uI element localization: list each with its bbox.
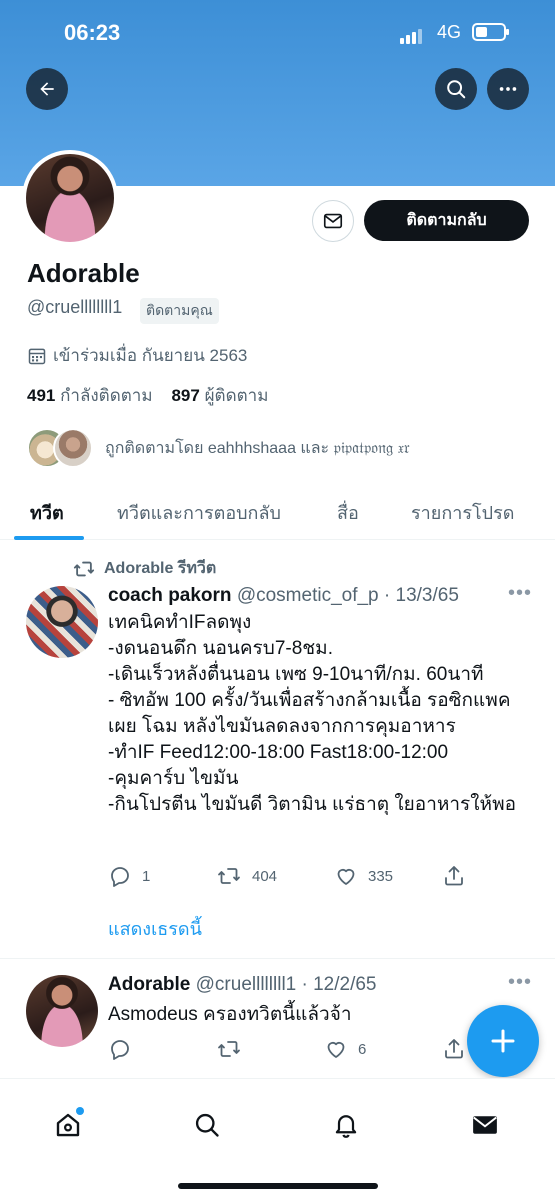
search-button[interactable] <box>435 68 477 110</box>
profile-handle: @cruellllllll1 <box>27 297 123 317</box>
followers-count: 897 <box>171 386 200 405</box>
show-thread-link[interactable]: แสดงเธรดนี้ <box>108 914 202 943</box>
tweet-author-avatar[interactable] <box>26 975 98 1047</box>
followed-by-text: ถูกติดตามโดย eahhhshaaa และ 𝔭𝔦𝔭𝔞𝔱𝔭𝔬𝔫𝔤 𝔵𝔯 <box>105 439 410 457</box>
active-tab-indicator <box>14 536 84 540</box>
tweet-actions: 6 <box>108 1037 466 1061</box>
compose-button[interactable] <box>467 1005 539 1077</box>
bell-icon <box>335 1115 357 1138</box>
tweet-author-avatar[interactable] <box>26 586 98 658</box>
tweet-text: Asmodeus ครองทวิตนี้แล้วจ้า <box>108 1004 352 1025</box>
share-button[interactable] <box>442 1037 466 1061</box>
joined-text: เข้าร่วมเมื่อ กันยายน 2563 <box>53 346 248 365</box>
calendar-icon <box>28 348 46 364</box>
new-content-dot <box>76 1107 84 1115</box>
follow-back-button[interactable]: ติดตามกลับ <box>364 200 529 241</box>
tab-tweets[interactable]: ทวีต <box>30 498 64 527</box>
retweet-icon <box>73 561 95 576</box>
follow-counts: 491 กำลังติดตาม 897 ผู้ติดตาม <box>27 382 268 409</box>
retweet-button[interactable] <box>216 1037 324 1061</box>
follows-you-badge: ติดตามคุณ <box>140 298 219 324</box>
like-button[interactable]: 335 <box>334 864 442 888</box>
reply-button[interactable]: 1 <box>108 864 216 888</box>
tweet-author-name[interactable]: coach pakorn <box>108 585 232 606</box>
explore-icon <box>195 1113 219 1137</box>
tweet-header: Adorable @cruellllllll1 · 12/2/65 <box>108 974 377 996</box>
back-button[interactable] <box>26 68 68 110</box>
bottom-navigation <box>0 1078 555 1200</box>
back-arrow-icon <box>40 82 54 96</box>
tab-media[interactable]: สื่อ <box>337 498 359 527</box>
status-bar: 06:23 4G <box>0 18 555 50</box>
profile-tabs: ทวีต ทวีตและการตอบกลับ สื่อ รายการโปรด <box>0 484 555 540</box>
mail-icon <box>323 213 343 229</box>
battery-icon <box>472 23 509 41</box>
tab-tweets-replies[interactable]: ทวีตและการตอบกลับ <box>117 498 281 527</box>
search-icon <box>447 80 466 99</box>
retweet-button[interactable]: 404 <box>216 864 334 888</box>
profile-avatar[interactable] <box>22 150 118 246</box>
nav-explore[interactable] <box>191 1109 223 1141</box>
tweet-more-icon[interactable]: ••• <box>508 971 532 994</box>
signal-icon <box>400 26 424 44</box>
tweet-more-icon[interactable]: ••• <box>508 582 532 605</box>
home-indicator <box>178 1183 378 1189</box>
nav-notifications[interactable] <box>330 1109 362 1141</box>
like-icon <box>327 1041 345 1058</box>
nav-messages[interactable] <box>469 1109 501 1141</box>
tweet-actions: 1 404 335 <box>108 864 466 888</box>
tweet-header: coach pakorn @cosmetic_of_p · 13/3/65 <box>108 585 459 607</box>
profile-name: Adorable <box>27 258 140 288</box>
tweet-author-handle: @cruellllllll1 · 12/2/65 <box>195 974 377 995</box>
retweet-icon <box>218 868 240 884</box>
message-button[interactable] <box>312 200 354 242</box>
tweet-author-name[interactable]: Adorable <box>108 974 190 995</box>
following-label: กำลังติดตาม <box>60 386 153 405</box>
reply-icon <box>111 1040 129 1060</box>
follower-avatar <box>53 428 93 468</box>
following-count: 491 <box>27 386 56 405</box>
more-options-button[interactable] <box>487 68 529 110</box>
retweet-icon <box>218 1041 240 1057</box>
share-icon <box>445 1039 463 1059</box>
compose-icon <box>491 1029 515 1053</box>
followed-by-row[interactable]: ถูกติดตามโดย eahhhshaaa และ 𝔭𝔦𝔭𝔞𝔱𝔭𝔬𝔫𝔤 𝔵𝔯 <box>27 428 410 468</box>
share-icon <box>445 866 463 886</box>
like-icon <box>337 868 355 885</box>
nav-home[interactable] <box>52 1107 84 1141</box>
reply-count: 1 <box>142 867 151 885</box>
network-label: 4G <box>437 22 462 42</box>
tweet-divider <box>0 958 555 959</box>
inbox-icon <box>473 1116 497 1134</box>
followers-label: ผู้ติดตาม <box>204 386 269 405</box>
followers-link[interactable]: 897 ผู้ติดตาม <box>171 386 268 405</box>
retweet-label: Adorable รีทวีต <box>104 560 217 577</box>
like-count: 335 <box>368 867 394 885</box>
more-icon <box>499 87 517 91</box>
avatar-image <box>26 154 114 242</box>
tab-likes[interactable]: รายการโปรด <box>411 498 514 527</box>
reply-icon <box>111 867 129 887</box>
retweet-indicator: Adorable รีทวีต <box>72 556 216 581</box>
reply-button[interactable] <box>108 1037 216 1061</box>
share-button[interactable] <box>442 864 466 888</box>
like-button[interactable]: 6 <box>324 1037 442 1061</box>
following-link[interactable]: 491 กำลังติดตาม <box>27 386 153 405</box>
tweet-author-handle: @cosmetic_of_p · 13/3/65 <box>236 585 459 606</box>
joined-date: เข้าร่วมเมื่อ กันยายน 2563 <box>27 342 247 369</box>
tweet-text: เทคนิคทำIFลดพุง -งดนอนดึก นอนครบ7-8ชม. -… <box>108 612 516 815</box>
retweet-count: 404 <box>252 867 278 885</box>
status-time: 06:23 <box>64 20 121 45</box>
like-count: 6 <box>358 1040 367 1058</box>
